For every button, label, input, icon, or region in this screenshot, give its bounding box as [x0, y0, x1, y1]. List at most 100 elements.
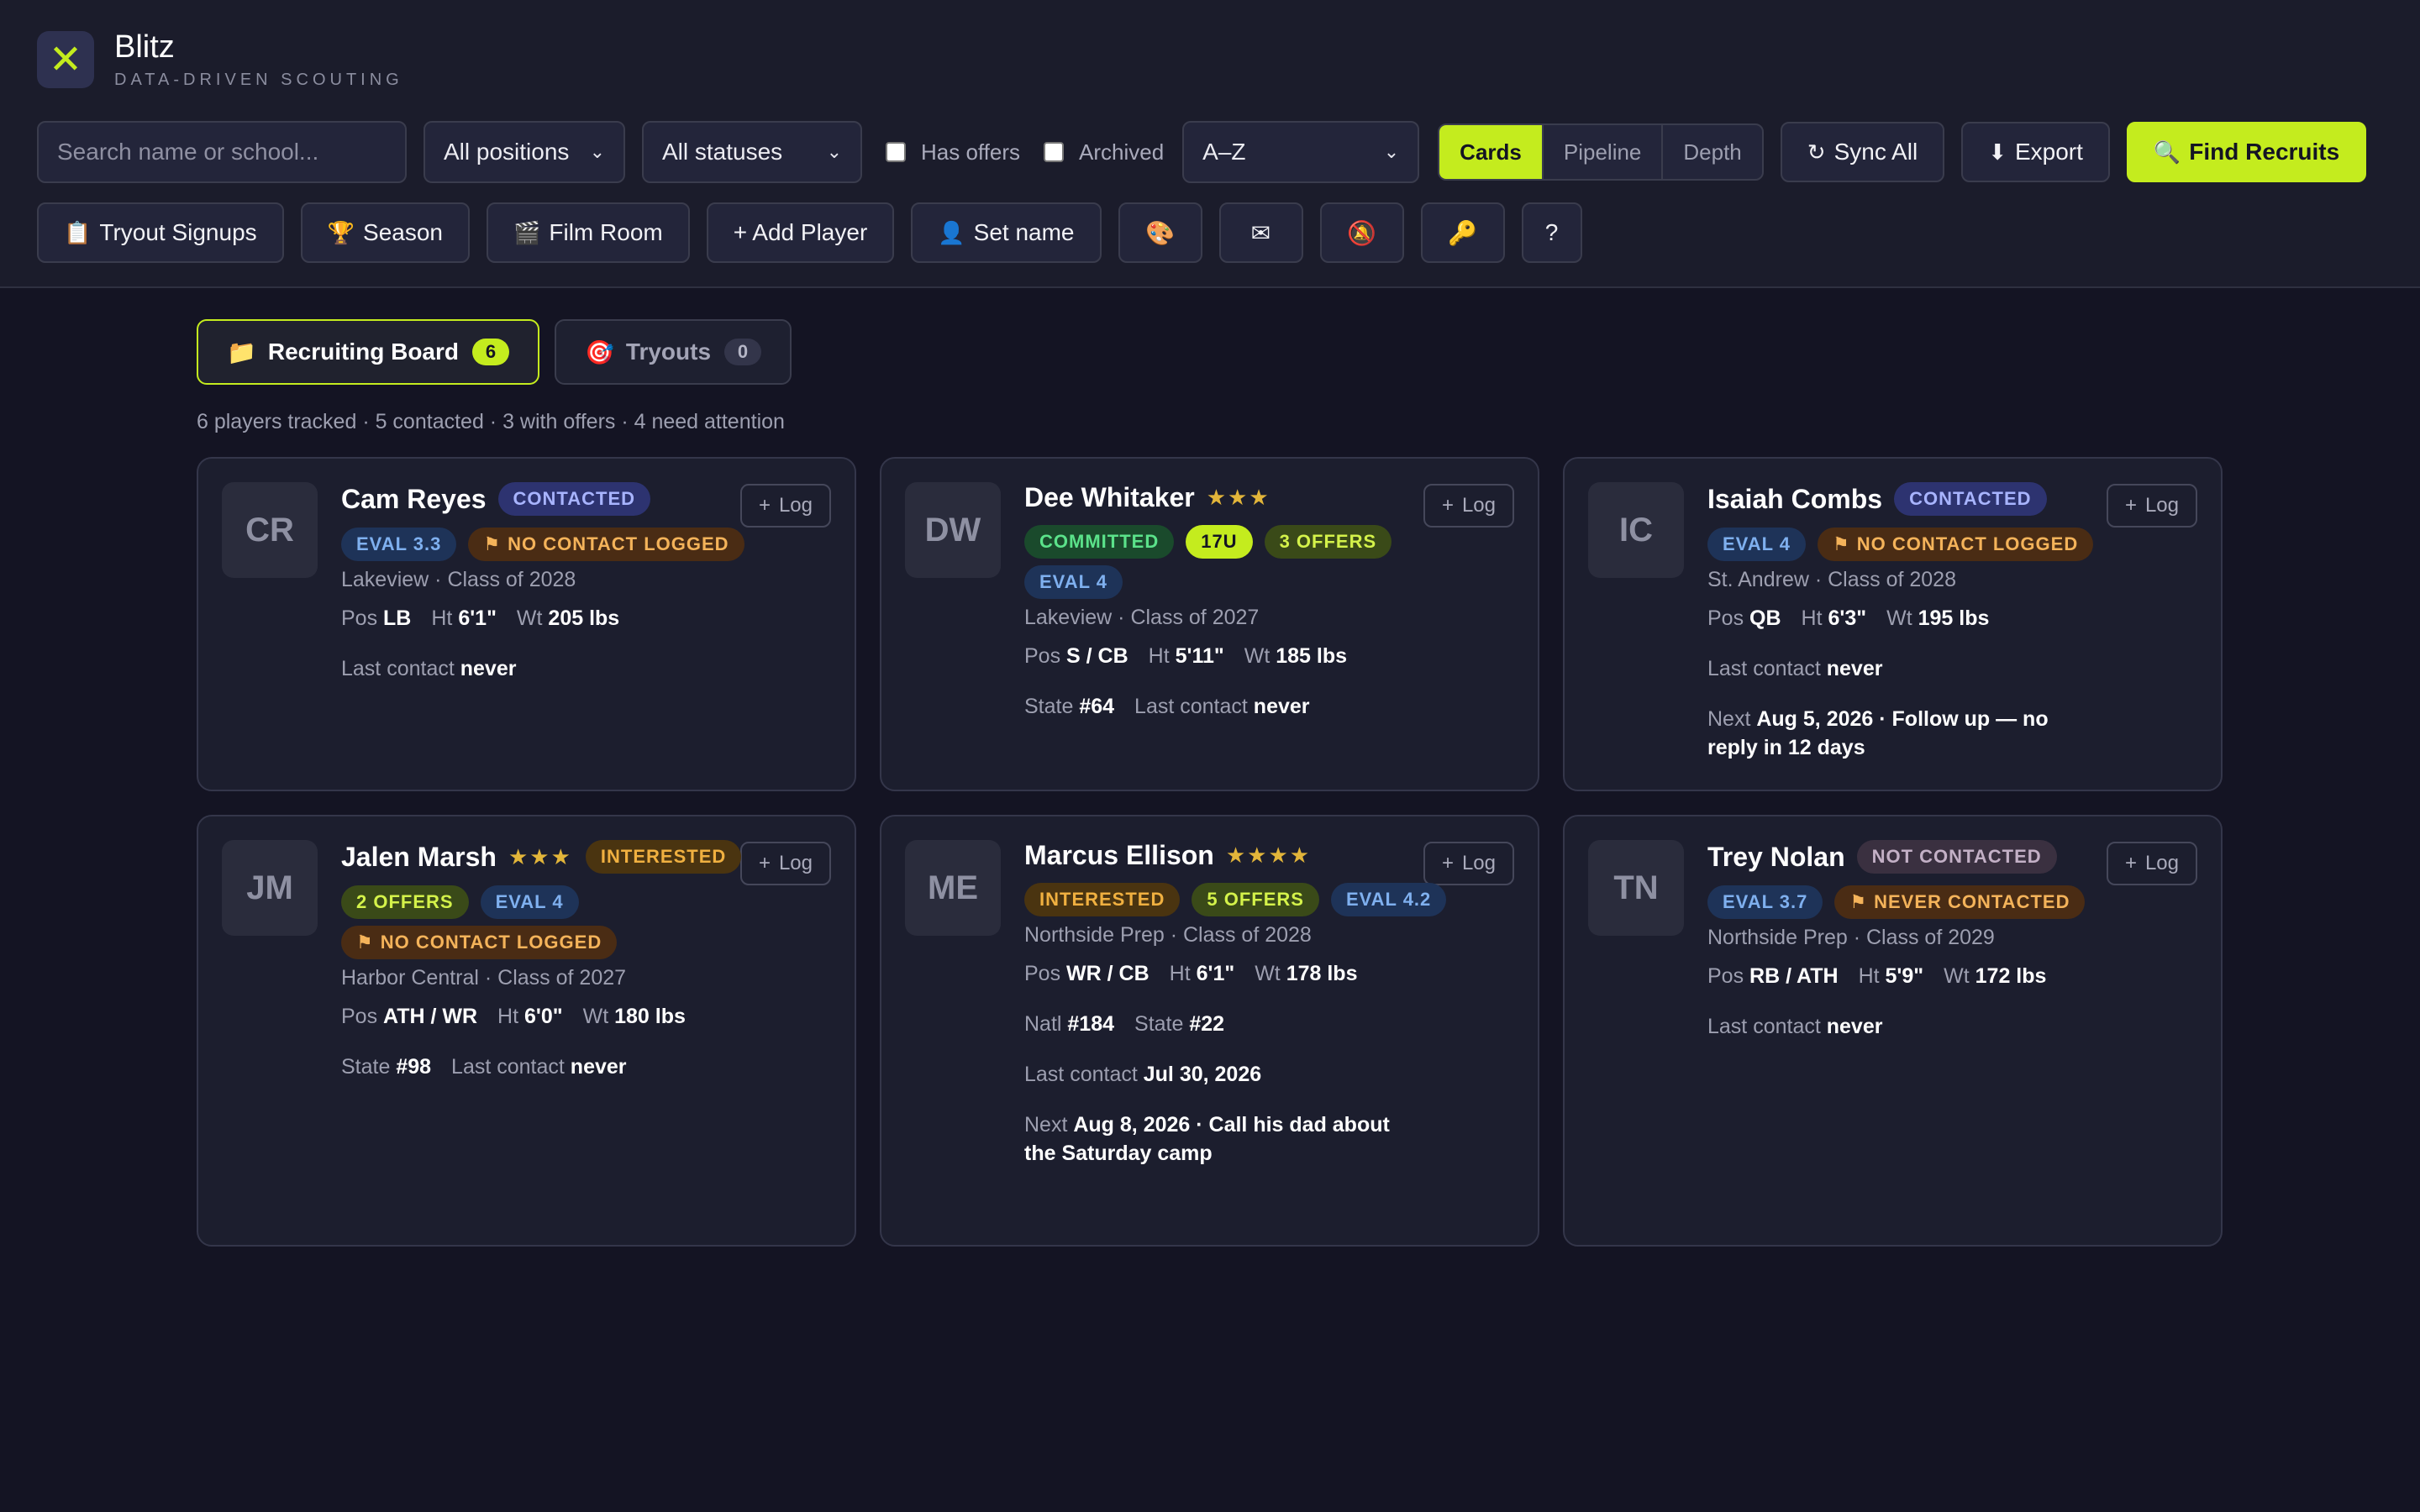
state-rank: State #22	[1134, 1012, 1224, 1036]
position: Pos LB	[341, 606, 411, 630]
position-value: WR / CB	[1066, 962, 1150, 985]
find-recruits-label: Find Recruits	[2189, 139, 2340, 165]
player-name[interactable]: Trey Nolan	[1707, 842, 1845, 873]
position: Pos WR / CB	[1024, 962, 1150, 985]
position: Pos ATH / WR	[341, 1005, 477, 1028]
name-line: Cam Reyes CONTACTED	[341, 482, 821, 516]
view-switcher: Cards Pipeline Depth	[1438, 123, 1764, 181]
player-name[interactable]: Dee Whitaker	[1024, 482, 1195, 513]
position-label: Pos	[1707, 606, 1750, 630]
tryout-signups-button[interactable]: 📋 Tryout Signups	[37, 202, 284, 263]
card-body: Jalen Marsh ★★★ INTERESTED 2 OFFERS EVAL 4 ⚑ N…	[341, 840, 821, 1081]
view-cards[interactable]: Cards	[1439, 125, 1544, 179]
tag-badge: ⚑ NO CONTACT LOGGED	[468, 528, 744, 561]
player-name[interactable]: Jalen Marsh	[341, 842, 497, 873]
tab-recruiting-board[interactable]: 📁 Recruiting Board 6	[197, 319, 540, 385]
notifications-button[interactable]: 🔕	[1319, 202, 1404, 263]
last-contact: Last contact Jul 30, 2026	[1024, 1063, 1261, 1086]
trophy-icon: 🏆	[327, 219, 355, 245]
state-rank-value: #22	[1189, 1012, 1225, 1036]
checkbox-box[interactable]	[886, 142, 906, 162]
last-contact: Last contact never	[451, 1055, 626, 1079]
card-body: Trey Nolan NOT CONTACTED EVAL 3.7 ⚑ NEVER CO…	[1707, 840, 2187, 1041]
export-button[interactable]: ⬇ Export	[1961, 122, 2110, 182]
player-card[interactable]: CR + Log Cam Reyes CONTACTED EVAL 3.3 ⚑ NO CONT…	[197, 457, 856, 791]
player-card[interactable]: DW + Log Dee Whitaker ★★★ COMMITTED 17U 3 OFFER…	[880, 457, 1539, 791]
target-icon: 🎯	[585, 339, 614, 365]
checkbox-box[interactable]	[1044, 142, 1065, 162]
star-rating: ★★★★	[1225, 843, 1312, 868]
player-card[interactable]: TN + Log Trey Nolan NOT CONTACTED EVAL 3.7 ⚑ NE…	[1563, 815, 2223, 1247]
sort-select[interactable]: A–Z ⌄	[1182, 121, 1420, 183]
player-card[interactable]: ME + Log Marcus Ellison ★★★★ INTERESTED 5 OFFE…	[880, 815, 1539, 1247]
statuses-select-value: All statuses	[662, 139, 783, 165]
height-label: Ht	[431, 606, 459, 630]
state-rank-value: #64	[1079, 695, 1115, 718]
download-icon: ⬇	[1988, 139, 2007, 165]
top-header: ✕ Blitz DATA-DRIVEN SCOUTING Search name…	[0, 0, 2420, 288]
positions-select[interactable]: All positions ⌄	[424, 121, 625, 183]
tab-count-badge: 6	[472, 339, 510, 365]
next-label: Next	[1707, 707, 1757, 731]
card-body: Marcus Ellison ★★★★ INTERESTED 5 OFFERS EVAL…	[1024, 840, 1504, 1168]
sync-all-button[interactable]: ↻ Sync All	[1780, 122, 1945, 182]
player-name[interactable]: Marcus Ellison	[1024, 840, 1214, 871]
weight-value: 180 lbs	[614, 1005, 686, 1028]
last-contact-value: never	[460, 657, 517, 680]
archived-checkbox[interactable]: Archived	[1044, 139, 1164, 165]
tab-tryouts[interactable]: 🎯 Tryouts 0	[555, 319, 792, 385]
player-card[interactable]: IC + Log Isaiah Combs CONTACTED EVAL 4 ⚑ NO CON…	[1563, 457, 2223, 791]
weight-label: Wt	[582, 1005, 615, 1028]
weight-label: Wt	[1944, 964, 1975, 988]
sync-all-label: Sync All	[1833, 139, 1918, 165]
film-room-button[interactable]: 🎬 Film Room	[487, 202, 690, 263]
flag-icon: ⚑	[356, 932, 374, 953]
user-icon: 👤	[938, 219, 965, 245]
last-contact-label: Last contact	[451, 1055, 571, 1079]
statuses-select[interactable]: All statuses ⌄	[642, 121, 862, 183]
view-pipeline[interactable]: Pipeline	[1544, 125, 1664, 179]
badge-text: 5 OFFERS	[1207, 889, 1304, 910]
view-depth[interactable]: Depth	[1663, 125, 1761, 179]
state-rank: State #98	[341, 1055, 431, 1079]
player-name[interactable]: Cam Reyes	[341, 484, 487, 515]
player-card[interactable]: JM + Log Jalen Marsh ★★★ INTERESTED 2 OFFERS EV…	[197, 815, 856, 1247]
tag-badge: 17U	[1186, 525, 1253, 559]
height-value: 5'11"	[1175, 644, 1224, 668]
position-label: Pos	[1024, 962, 1067, 985]
vitals: Pos QB Ht 6'3" Wt 195 lbs	[1707, 604, 2187, 633]
set-name-button[interactable]: 👤 Set name	[911, 202, 1102, 263]
status-badge: NOT CONTACTED	[1856, 840, 2057, 874]
state-rank-value: #98	[396, 1055, 432, 1079]
height: Ht 5'11"	[1149, 644, 1224, 668]
player-name[interactable]: Isaiah Combs	[1707, 484, 1882, 515]
season-button[interactable]: 🏆 Season	[300, 202, 470, 263]
tag-badge: COMMITTED	[1024, 525, 1175, 559]
height-label: Ht	[1801, 606, 1828, 630]
position: Pos S / CB	[1024, 644, 1128, 668]
rankings: Natl #184 State #22	[1024, 1010, 1504, 1038]
card-body: Cam Reyes CONTACTED EVAL 3.3 ⚑ NO CONTACT LO…	[341, 482, 821, 683]
mail-button[interactable]: ✉	[1218, 202, 1303, 263]
has-offers-label: Has offers	[921, 139, 1021, 165]
weight-value: 172 lbs	[1975, 964, 2047, 988]
has-offers-checkbox[interactable]: Has offers	[886, 139, 1020, 165]
height: Ht 5'9"	[1859, 964, 1924, 988]
key-icon: 🔑	[1448, 219, 1477, 246]
theme-button[interactable]: 🎨	[1118, 202, 1202, 263]
position-value: LB	[383, 606, 412, 630]
badge-list: EVAL 3.3 ⚑ NO CONTACT LOGGED	[341, 521, 821, 561]
help-button[interactable]: ?	[1521, 202, 1582, 263]
avatar: IC	[1588, 482, 1684, 578]
weight-value: 195 lbs	[1918, 606, 1990, 630]
last-contact: Last contact never	[1707, 1012, 2187, 1041]
add-player-button[interactable]: + Add Player	[706, 202, 895, 263]
tab-count-badge: 0	[724, 339, 762, 365]
refresh-icon: ↻	[1807, 139, 1826, 165]
api-key-button[interactable]: 🔑	[1420, 202, 1505, 263]
tag-badge: EVAL 4	[1707, 528, 1806, 561]
find-recruits-button[interactable]: 🔍 Find Recruits	[2126, 122, 2367, 182]
last-contact: Last contact Jul 30, 2026	[1024, 1060, 1504, 1089]
tag-badge: ⚑ NEVER CONTACTED	[1834, 885, 2086, 919]
search-input[interactable]: Search name or school...	[37, 121, 407, 183]
